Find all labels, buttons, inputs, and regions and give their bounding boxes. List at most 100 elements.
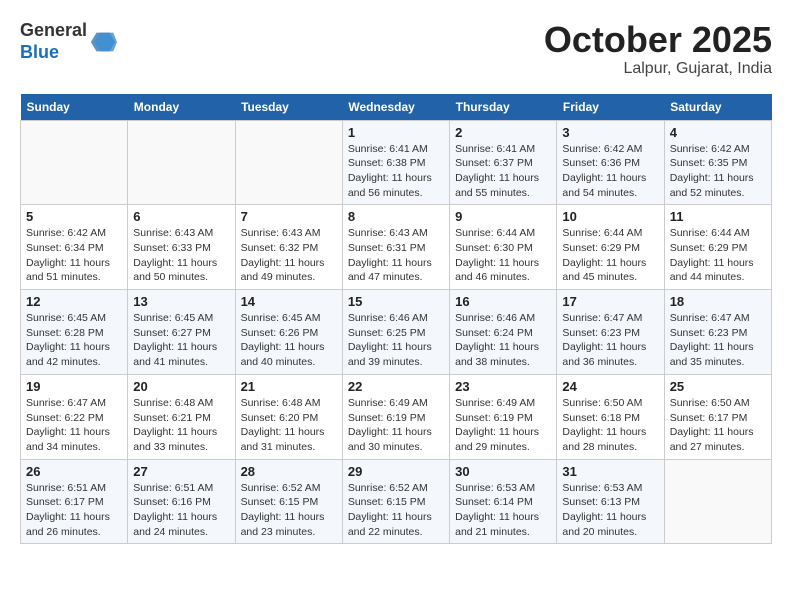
day-number: 11 [670, 209, 766, 224]
cell-sun-info: Sunrise: 6:41 AMSunset: 6:37 PMDaylight:… [455, 142, 551, 201]
cell-sun-info: Sunrise: 6:45 AMSunset: 6:28 PMDaylight:… [26, 311, 122, 370]
cell-sun-info: Sunrise: 6:49 AMSunset: 6:19 PMDaylight:… [455, 396, 551, 455]
calendar-cell: 19 Sunrise: 6:47 AMSunset: 6:22 PMDayligh… [21, 374, 128, 459]
calendar-cell: 8 Sunrise: 6:43 AMSunset: 6:31 PMDaylight… [342, 205, 449, 290]
calendar-cell: 13Sunrise: 6:45 AMSunset: 6:27 PMDayligh… [128, 290, 235, 375]
weekday-header-friday: Friday [557, 94, 664, 121]
day-number: 4 [670, 125, 766, 140]
day-number: 8 [348, 209, 444, 224]
day-number: 23 [455, 379, 551, 394]
calendar-cell: 2 Sunrise: 6:41 AMSunset: 6:37 PMDaylight… [450, 120, 557, 205]
cell-sun-info: Sunrise: 6:43 AMSunset: 6:31 PMDaylight:… [348, 226, 444, 285]
weekday-header-thursday: Thursday [450, 94, 557, 121]
calendar-cell: 17Sunrise: 6:47 AMSunset: 6:23 PMDayligh… [557, 290, 664, 375]
cell-sun-info: Sunrise: 6:44 AMSunset: 6:29 PMDaylight:… [562, 226, 658, 285]
calendar-week-row: 1 Sunrise: 6:41 AMSunset: 6:38 PMDaylight… [21, 120, 772, 205]
cell-sun-info: Sunrise: 6:53 AMSunset: 6:13 PMDaylight:… [562, 481, 658, 540]
day-number: 1 [348, 125, 444, 140]
calendar-cell [664, 459, 771, 544]
day-number: 25 [670, 379, 766, 394]
calendar-cell: 21 Sunrise: 6:48 AMSunset: 6:20 PMDayligh… [235, 374, 342, 459]
calendar-cell: 15Sunrise: 6:46 AMSunset: 6:25 PMDayligh… [342, 290, 449, 375]
day-number: 3 [562, 125, 658, 140]
day-number: 31 [562, 464, 658, 479]
cell-sun-info: Sunrise: 6:49 AMSunset: 6:19 PMDaylight:… [348, 396, 444, 455]
cell-sun-info: Sunrise: 6:52 AMSunset: 6:15 PMDaylight:… [241, 481, 337, 540]
day-number: 21 [241, 379, 337, 394]
calendar-cell: 3 Sunrise: 6:42 AMSunset: 6:36 PMDaylight… [557, 120, 664, 205]
cell-sun-info: Sunrise: 6:47 AMSunset: 6:22 PMDaylight:… [26, 396, 122, 455]
cell-sun-info: Sunrise: 6:51 AMSunset: 6:17 PMDaylight:… [26, 481, 122, 540]
logo-general: General [20, 20, 87, 40]
day-number: 13 [133, 294, 229, 309]
calendar-cell: 7 Sunrise: 6:43 AMSunset: 6:32 PMDaylight… [235, 205, 342, 290]
cell-sun-info: Sunrise: 6:45 AMSunset: 6:26 PMDaylight:… [241, 311, 337, 370]
day-number: 27 [133, 464, 229, 479]
weekday-header-wednesday: Wednesday [342, 94, 449, 121]
cell-sun-info: Sunrise: 6:43 AMSunset: 6:33 PMDaylight:… [133, 226, 229, 285]
day-number: 18 [670, 294, 766, 309]
calendar-cell: 18 Sunrise: 6:47 AMSunset: 6:23 PMDayligh… [664, 290, 771, 375]
cell-sun-info: Sunrise: 6:42 AMSunset: 6:36 PMDaylight:… [562, 142, 658, 201]
calendar-cell: 24 Sunrise: 6:50 AMSunset: 6:18 PMDayligh… [557, 374, 664, 459]
month-title: October 2025 [544, 20, 772, 60]
cell-sun-info: Sunrise: 6:48 AMSunset: 6:20 PMDaylight:… [241, 396, 337, 455]
calendar-cell: 12 Sunrise: 6:45 AMSunset: 6:28 PMDayligh… [21, 290, 128, 375]
calendar-cell: 23 Sunrise: 6:49 AMSunset: 6:19 PMDayligh… [450, 374, 557, 459]
day-number: 14 [241, 294, 337, 309]
day-number: 19 [26, 379, 122, 394]
day-number: 7 [241, 209, 337, 224]
calendar-cell: 10 Sunrise: 6:44 AMSunset: 6:29 PMDayligh… [557, 205, 664, 290]
day-number: 28 [241, 464, 337, 479]
cell-sun-info: Sunrise: 6:46 AMSunset: 6:24 PMDaylight:… [455, 311, 551, 370]
cell-sun-info: Sunrise: 6:42 AMSunset: 6:35 PMDaylight:… [670, 142, 766, 201]
calendar-cell: 26Sunrise: 6:51 AMSunset: 6:17 PMDayligh… [21, 459, 128, 544]
day-number: 22 [348, 379, 444, 394]
logo-icon [89, 28, 117, 56]
day-number: 10 [562, 209, 658, 224]
cell-sun-info: Sunrise: 6:52 AMSunset: 6:15 PMDaylight:… [348, 481, 444, 540]
calendar-cell: 25Sunrise: 6:50 AMSunset: 6:17 PMDayligh… [664, 374, 771, 459]
logo: General Blue [20, 20, 117, 63]
calendar-cell: 28 Sunrise: 6:52 AMSunset: 6:15 PMDayligh… [235, 459, 342, 544]
day-number: 24 [562, 379, 658, 394]
cell-sun-info: Sunrise: 6:46 AMSunset: 6:25 PMDaylight:… [348, 311, 444, 370]
cell-sun-info: Sunrise: 6:47 AMSunset: 6:23 PMDaylight:… [670, 311, 766, 370]
calendar-cell: 1 Sunrise: 6:41 AMSunset: 6:38 PMDaylight… [342, 120, 449, 205]
calendar-week-row: 26Sunrise: 6:51 AMSunset: 6:17 PMDayligh… [21, 459, 772, 544]
day-number: 5 [26, 209, 122, 224]
calendar-week-row: 12 Sunrise: 6:45 AMSunset: 6:28 PMDayligh… [21, 290, 772, 375]
day-number: 12 [26, 294, 122, 309]
cell-sun-info: Sunrise: 6:44 AMSunset: 6:30 PMDaylight:… [455, 226, 551, 285]
day-number: 2 [455, 125, 551, 140]
cell-sun-info: Sunrise: 6:41 AMSunset: 6:38 PMDaylight:… [348, 142, 444, 201]
weekday-header-row: SundayMondayTuesdayWednesdayThursdayFrid… [21, 94, 772, 121]
calendar-cell: 11 Sunrise: 6:44 AMSunset: 6:29 PMDayligh… [664, 205, 771, 290]
title-block: October 2025 Lalpur, Gujarat, India [544, 20, 772, 78]
calendar-cell: 31 Sunrise: 6:53 AMSunset: 6:13 PMDayligh… [557, 459, 664, 544]
cell-sun-info: Sunrise: 6:51 AMSunset: 6:16 PMDaylight:… [133, 481, 229, 540]
weekday-header-saturday: Saturday [664, 94, 771, 121]
calendar-cell: 20Sunrise: 6:48 AMSunset: 6:21 PMDayligh… [128, 374, 235, 459]
day-number: 30 [455, 464, 551, 479]
weekday-header-sunday: Sunday [21, 94, 128, 121]
calendar-week-row: 19 Sunrise: 6:47 AMSunset: 6:22 PMDayligh… [21, 374, 772, 459]
day-number: 29 [348, 464, 444, 479]
location: Lalpur, Gujarat, India [544, 60, 772, 78]
calendar-cell [21, 120, 128, 205]
calendar-week-row: 5 Sunrise: 6:42 AMSunset: 6:34 PMDaylight… [21, 205, 772, 290]
calendar-cell: 6Sunrise: 6:43 AMSunset: 6:33 PMDaylight… [128, 205, 235, 290]
calendar-cell [128, 120, 235, 205]
day-number: 17 [562, 294, 658, 309]
cell-sun-info: Sunrise: 6:50 AMSunset: 6:18 PMDaylight:… [562, 396, 658, 455]
day-number: 20 [133, 379, 229, 394]
calendar-cell [235, 120, 342, 205]
calendar-cell: 5 Sunrise: 6:42 AMSunset: 6:34 PMDaylight… [21, 205, 128, 290]
cell-sun-info: Sunrise: 6:43 AMSunset: 6:32 PMDaylight:… [241, 226, 337, 285]
calendar-cell: 30 Sunrise: 6:53 AMSunset: 6:14 PMDayligh… [450, 459, 557, 544]
calendar-cell: 14 Sunrise: 6:45 AMSunset: 6:26 PMDayligh… [235, 290, 342, 375]
cell-sun-info: Sunrise: 6:42 AMSunset: 6:34 PMDaylight:… [26, 226, 122, 285]
day-number: 16 [455, 294, 551, 309]
cell-sun-info: Sunrise: 6:53 AMSunset: 6:14 PMDaylight:… [455, 481, 551, 540]
cell-sun-info: Sunrise: 6:44 AMSunset: 6:29 PMDaylight:… [670, 226, 766, 285]
